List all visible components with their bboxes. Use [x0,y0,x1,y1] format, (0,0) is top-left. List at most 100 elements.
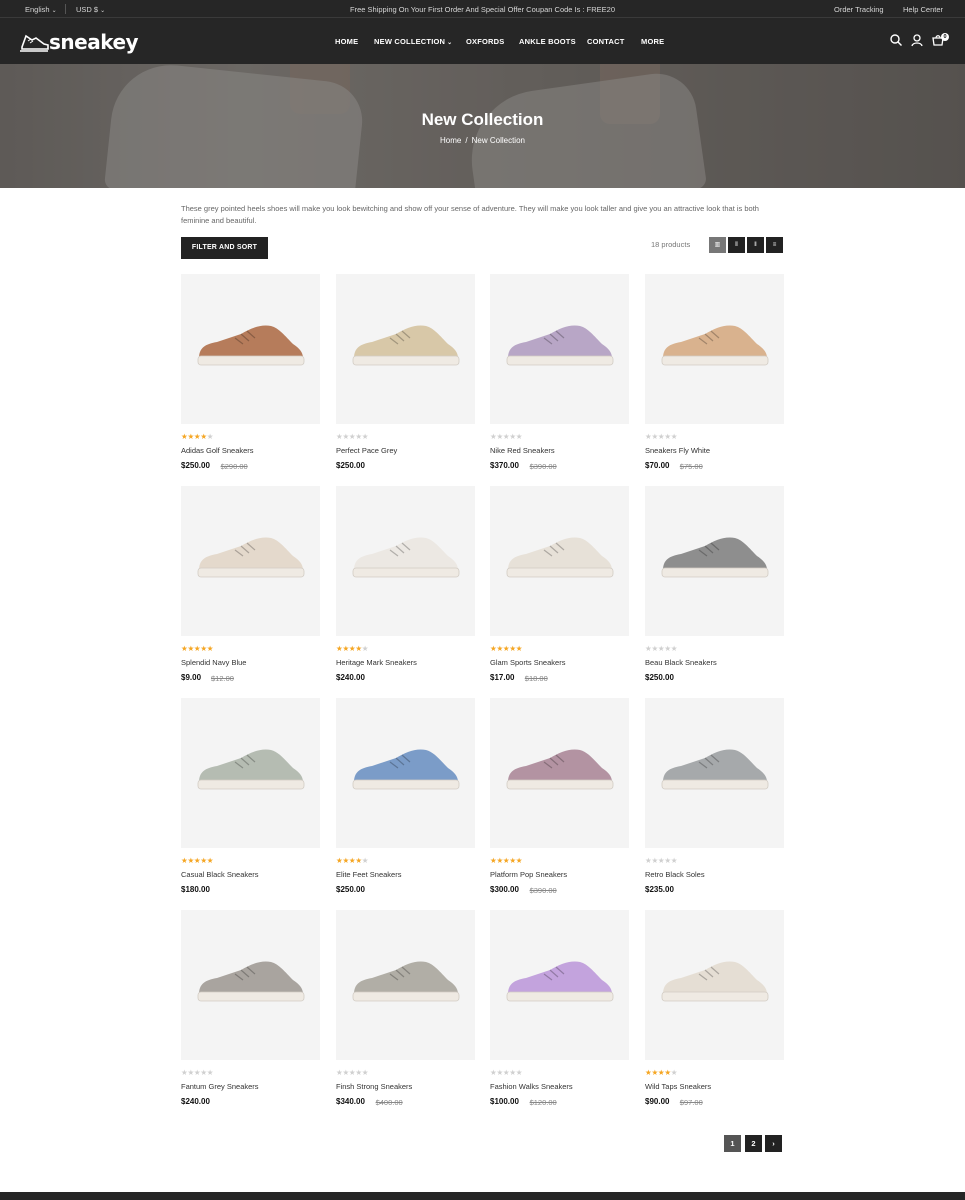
sneaker-icon [352,537,460,578]
grid-2-icon[interactable]: ‖ [747,237,764,253]
product-card[interactable]: ★★★★★ Platform Pop Sneakers $300.00 $390.00 [490,698,629,903]
logo[interactable]: sneakey [20,28,139,54]
product-name[interactable]: Wild Taps Sneakers [645,1082,711,1091]
product-name[interactable]: Retro Black Soles [645,870,705,879]
product-price: $240.00 [336,673,365,682]
product-card[interactable]: ★★★★★ Fashion Walks Sneakers $100.00 $120.0… [490,910,629,1115]
product-image[interactable] [490,698,629,848]
product-image[interactable] [490,274,629,424]
product-name[interactable]: Perfect Pace Grey [336,446,397,455]
product-card[interactable]: ★★★★★ Perfect Pace Grey $250.00 [336,274,475,479]
product-card[interactable]: ★★★★★ Finsh Strong Sneakers $340.00 $400.00 [336,910,475,1115]
sneaker-icon [352,749,460,790]
star-icon: ★ [361,432,369,441]
star-rating: ★★★★★ [336,856,369,865]
product-name[interactable]: Beau Black Sneakers [645,658,717,667]
sneaker-icon [197,537,305,578]
next-page-button[interactable]: › [765,1135,782,1152]
star-rating: ★★★★★ [490,432,523,441]
search-icon[interactable] [889,33,903,47]
nav-contact[interactable]: CONTACT [587,37,625,46]
product-image[interactable] [645,274,784,424]
product-card[interactable]: ★★★★★ Heritage Mark Sneakers $240.00 [336,486,475,691]
nav-more[interactable]: MORE [641,37,664,46]
footer [0,1192,965,1200]
product-name[interactable]: Finsh Strong Sneakers [336,1082,412,1091]
product-image[interactable] [181,698,320,848]
product-card[interactable]: ★★★★★ Casual Black Sneakers $180.00 [181,698,320,903]
product-card[interactable]: ★★★★★ Sneakers Fly White $70.00 $75.00 [645,274,784,479]
product-name[interactable]: Nike Red Sneakers [490,446,555,455]
product-image[interactable] [645,910,784,1060]
product-card[interactable]: ★★★★★ Fantum Grey Sneakers $240.00 [181,910,320,1115]
grid-4-icon[interactable]: ▥ [709,237,726,253]
product-image[interactable] [645,486,784,636]
product-price: $250.00 [181,461,210,470]
page-title: New Collection [421,110,544,129]
product-price: $235.00 [645,885,674,894]
product-name[interactable]: Elite Feet Sneakers [336,870,401,879]
product-name[interactable]: Glam Sports Sneakers [490,658,565,667]
breadcrumb-separator: / [465,136,468,145]
nav-home[interactable]: HOME [335,37,358,46]
product-name[interactable]: Heritage Mark Sneakers [336,658,417,667]
product-old-price: $390.00 [529,886,557,895]
product-name[interactable]: Fashion Walks Sneakers [490,1082,573,1091]
product-price: $70.00 [645,461,670,470]
product-card[interactable]: ★★★★★ Wild Taps Sneakers $90.00 $97.00 [645,910,784,1115]
product-name[interactable]: Adidas Golf Sneakers [181,446,254,455]
sneaker-icon [352,325,460,366]
star-icon: ★ [670,644,678,653]
product-card[interactable]: ★★★★★ Retro Black Soles $235.00 [645,698,784,903]
user-icon[interactable] [910,33,924,47]
product-price: $180.00 [181,885,210,894]
product-image[interactable] [336,910,475,1060]
sneaker-icon [661,961,769,1002]
product-price: $340.00 [336,1097,365,1106]
star-icon: ★ [361,1068,369,1077]
product-card[interactable]: ★★★★★ Adidas Golf Sneakers $250.00 $290.00 [181,274,320,479]
star-rating: ★★★★★ [336,432,369,441]
product-old-price: $390.00 [529,462,557,471]
cart-count-badge: 0 [941,33,949,41]
nav-ankle-boots[interactable]: ANKLE BOOTS [519,37,576,46]
product-name[interactable]: Splendid Navy Blue [181,658,246,667]
product-card[interactable]: ★★★★★ Beau Black Sneakers $250.00 [645,486,784,691]
product-name[interactable]: Casual Black Sneakers [181,870,259,879]
product-image[interactable] [645,698,784,848]
star-rating: ★★★★★ [181,432,214,441]
product-image[interactable] [336,274,475,424]
sneaker-icon [506,961,614,1002]
product-image[interactable] [336,698,475,848]
product-name[interactable]: Fantum Grey Sneakers [181,1082,259,1091]
star-icon: ★ [515,432,523,441]
product-old-price: $400.00 [375,1098,403,1107]
product-price: $250.00 [336,461,365,470]
nav-new-collection[interactable]: NEW COLLECTION ⌄ [374,37,452,46]
product-image[interactable] [490,486,629,636]
product-image[interactable] [336,486,475,636]
grid-3-icon[interactable]: ⦀ [728,237,745,253]
filter-sort-button[interactable]: FILTER AND SORT [181,237,268,259]
product-card[interactable]: ★★★★★ Nike Red Sneakers $370.00 $390.00 [490,274,629,479]
product-image[interactable] [181,910,320,1060]
order-tracking-link[interactable]: Order Tracking [834,5,884,14]
breadcrumb-home[interactable]: Home [440,136,461,145]
star-icon: ★ [206,432,214,441]
page-1-button[interactable]: 1 [724,1135,741,1152]
star-rating: ★★★★★ [645,644,678,653]
product-card[interactable]: ★★★★★ Glam Sports Sneakers $17.00 $18.00 [490,486,629,691]
page-2-button[interactable]: 2 [745,1135,762,1152]
help-center-link[interactable]: Help Center [903,5,943,14]
product-name[interactable]: Platform Pop Sneakers [490,870,567,879]
breadcrumb: Home / New Collection [0,136,965,145]
product-name[interactable]: Sneakers Fly White [645,446,710,455]
nav-oxfords[interactable]: OXFORDS [466,37,505,46]
list-icon[interactable]: ≡ [766,237,783,253]
product-card[interactable]: ★★★★★ Splendid Navy Blue $9.00 $12.00 [181,486,320,691]
product-image[interactable] [181,274,320,424]
product-image[interactable] [490,910,629,1060]
product-image[interactable] [181,486,320,636]
product-card[interactable]: ★★★★★ Elite Feet Sneakers $250.00 [336,698,475,903]
nav-new-collection-label: NEW COLLECTION [374,37,446,46]
